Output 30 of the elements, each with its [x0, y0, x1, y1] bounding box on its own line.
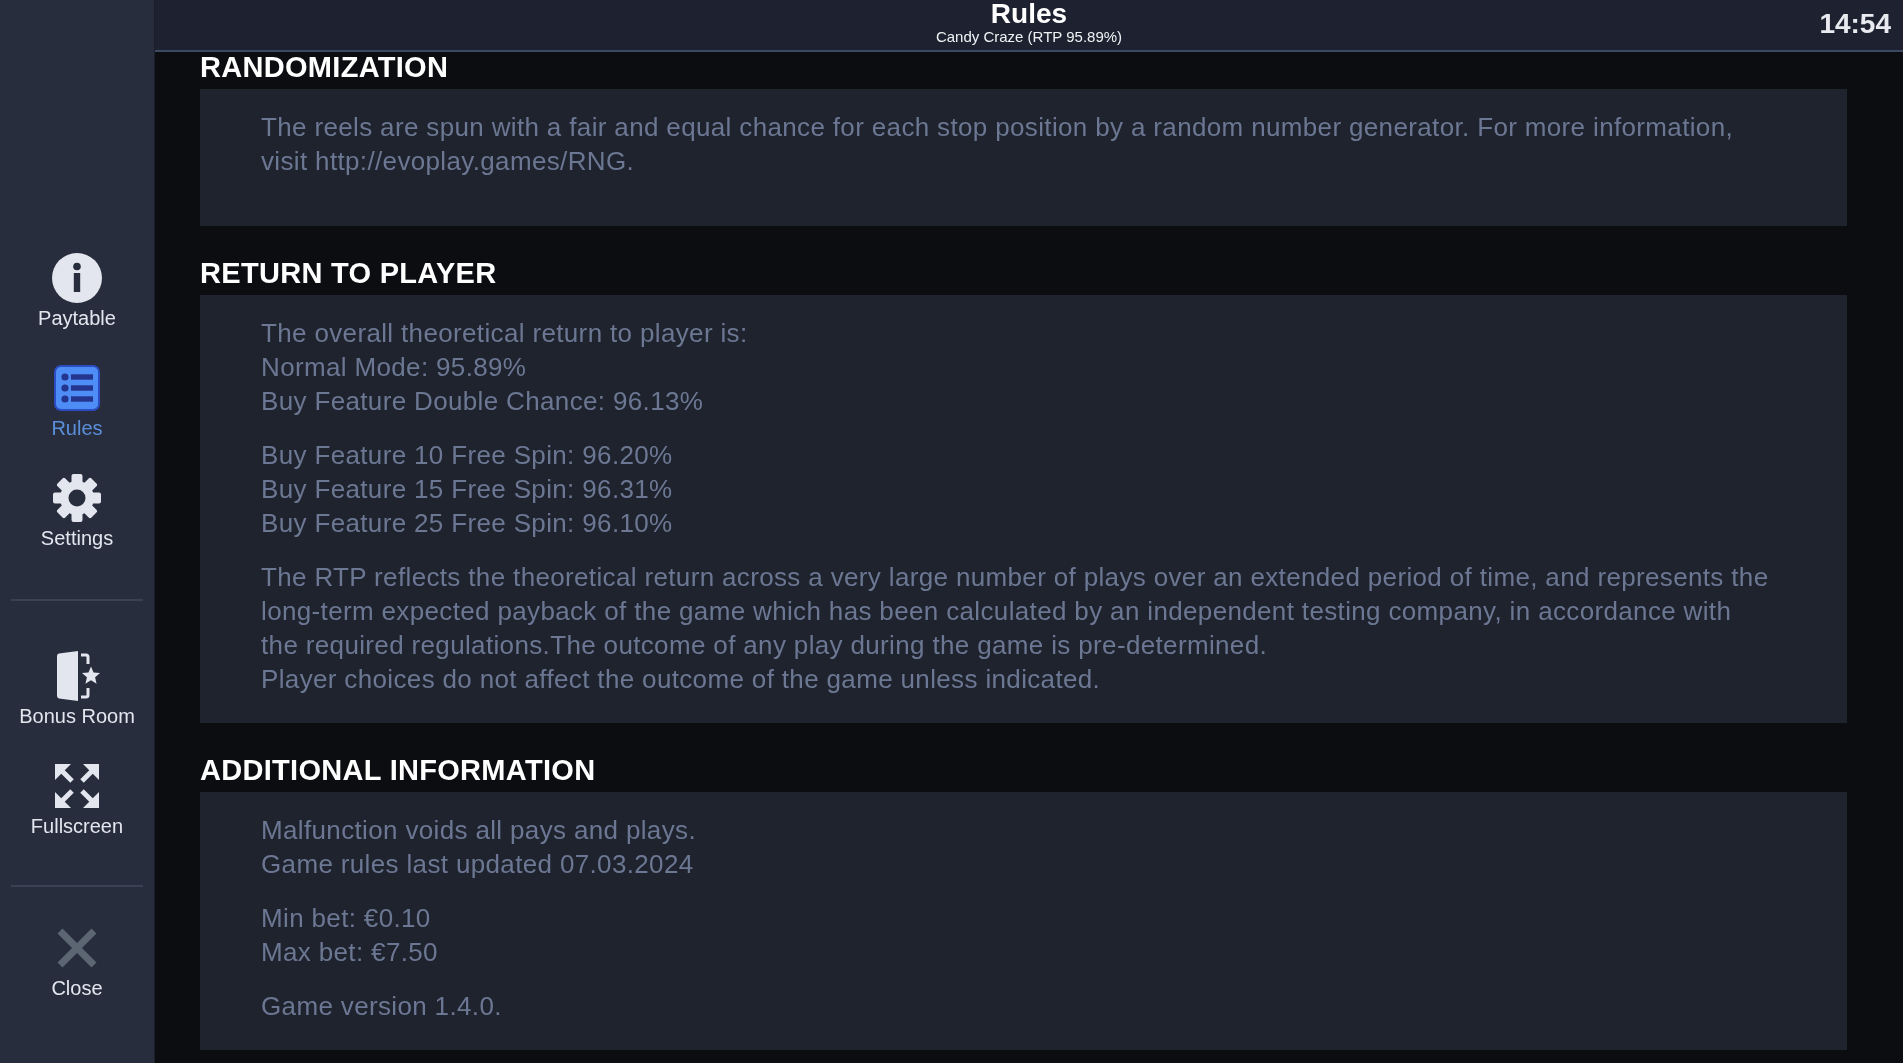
rules-text: The RTP reflects the theoretical return across a very large number of plays over an extended period of time, and represents the long-term expected payback of the game which has been calculated by an independent testing company, in accordance with the required regulations.The outcome of any play during the game is pre-determined. [261, 561, 1770, 662]
page-title: Rules [990, 0, 1068, 27]
info-icon[interactable] [52, 253, 102, 303]
rules-text: Normal Mode: 95.89% [261, 351, 528, 384]
clock-time: 14:54 [1819, 7, 1892, 41]
rules-text: Min bet: €0.10 [261, 902, 432, 935]
rules-text: Max bet: €7.50 [261, 936, 439, 969]
rules-text: Game version 1.4.0. [261, 990, 503, 1023]
fullscreen-button[interactable]: Fullscreen [30, 760, 124, 838]
list-icon[interactable] [54, 365, 100, 411]
rules-text: Game rules last updated 07.03.2024 [261, 848, 695, 881]
rules-text: Malfunction voids all pays and plays. [261, 814, 697, 847]
rules-text: Buy Feature 25 Free Spin: 96.10% [261, 507, 674, 540]
rules-text: Buy Feature Double Chance: 96.13% [261, 385, 705, 418]
settings-icon[interactable] [52, 473, 102, 523]
section-heading: RETURN TO PLAYER [200, 258, 498, 288]
rules-text: The reels are spun with a fair and equal chance for each stop position by a random number generator. For more information, visit http://evoplay.games/RNG. [261, 111, 1735, 178]
bonus-room-button[interactable]: Bonus Room [19, 650, 135, 728]
game-subtitle: Candy Craze (RTP 95.89%) [935, 27, 1123, 46]
paytable-button[interactable]: Paytable [38, 252, 116, 330]
rules-text: Buy Feature 15 Free Spin: 96.31% [261, 473, 674, 506]
fullscreen-icon[interactable] [55, 764, 99, 808]
settings-button[interactable]: Settings [40, 472, 114, 550]
rules-button[interactable]: Rules [51, 362, 103, 440]
section-heading: ADDITIONAL INFORMATION [200, 755, 597, 785]
section-heading: RANDOMIZATION [200, 52, 450, 82]
rules-text: Player choices do not affect the outcome of the game unless indicated. [261, 663, 1102, 696]
rules-text: The overall theoretical return to player is: [261, 317, 749, 350]
rules-text: Buy Feature 10 Free Spin: 96.20% [261, 439, 674, 472]
close-button[interactable]: Close [51, 922, 103, 1000]
